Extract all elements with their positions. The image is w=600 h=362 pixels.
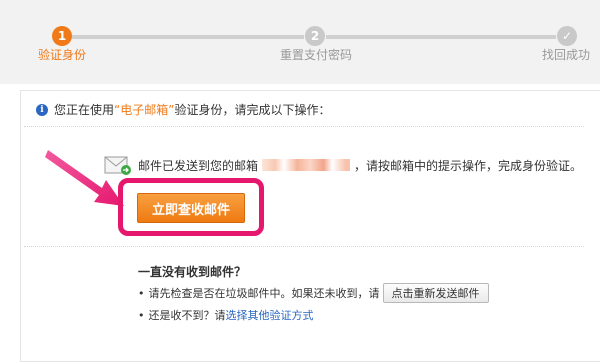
help-line-other-text: 还是收不到？请 <box>148 309 226 322</box>
step-3-label: 找回成功 <box>542 48 591 62</box>
info-icon: i <box>36 103 48 116</box>
info-prefix: 您正在使用 <box>54 103 115 117</box>
mail-sent-row: 邮件已发送到您的邮箱 ，请按邮箱中的提示操作，完成身份验证。 <box>104 154 582 176</box>
info-suffix: 验证身份，请完成以下操作： <box>174 103 331 117</box>
help-line-other: • 还是收不到？请 选择其他验证方式 <box>138 307 314 323</box>
open-mailbox-button[interactable]: 立即查收邮件 <box>137 193 245 223</box>
step-1-circle: 1 <box>52 26 72 46</box>
step-connector-1 <box>72 35 304 39</box>
help-line-resend: • 请先检查是否在垃圾邮件中。如果还未收到，请 点击重新发送邮件 <box>138 283 489 303</box>
bullet: • <box>138 286 145 300</box>
divider-bottom <box>24 246 584 247</box>
help-line-resend-text: 请先检查是否在垃圾邮件中。如果还未收到，请 <box>148 287 380 300</box>
help-title: 一直没有收到邮件？ <box>138 265 247 279</box>
step-3-check-icon: ✓ <box>557 26 577 46</box>
verification-method: “电子邮箱” <box>114 103 175 117</box>
step-2-label: 重置支付密码 <box>280 48 353 62</box>
bullet: • <box>138 308 145 322</box>
masked-email-address <box>262 159 351 171</box>
progress-header <box>0 0 600 84</box>
mail-sent-prefix: 邮件已发送到您的邮箱 <box>138 158 259 173</box>
step-2-circle: 2 <box>305 26 325 46</box>
mail-sent-suffix: ，请按邮箱中的提示操作，完成身份验证。 <box>354 158 583 173</box>
divider-top <box>24 126 584 127</box>
resend-email-button[interactable]: 点击重新发送邮件 <box>382 283 489 303</box>
mail-icon <box>104 156 131 175</box>
step-1-label: 验证身份 <box>38 48 87 62</box>
step-connector-2 <box>326 35 556 39</box>
other-verification-link[interactable]: 选择其他验证方式 <box>226 307 314 323</box>
info-message: i 您正在使用 “电子邮箱” 验证身份，请完成以下操作： <box>36 101 330 118</box>
